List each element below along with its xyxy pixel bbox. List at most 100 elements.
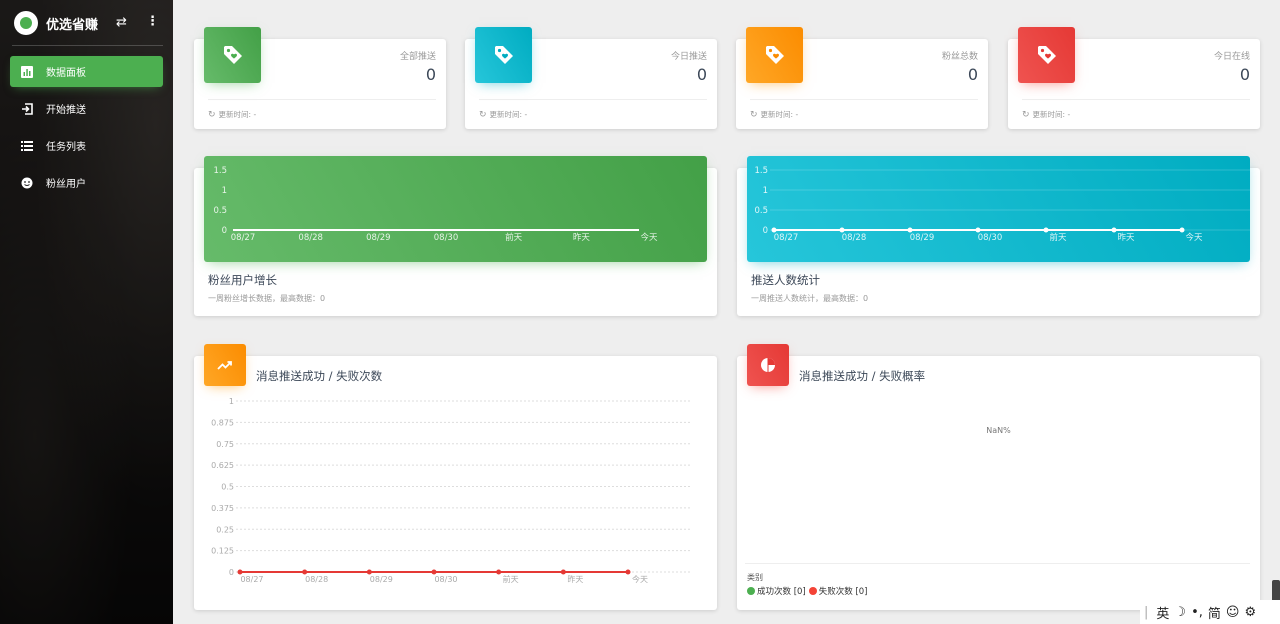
- sidebar-item-label: 数据面板: [46, 68, 86, 79]
- ime-moon-icon[interactable]: ☽: [1174, 605, 1186, 620]
- data-point: [496, 569, 502, 575]
- y-tick-label: 0.5: [213, 206, 227, 216]
- stat-card-total-fans: 粉丝总数 0 ↻ 更新时间: -: [736, 27, 988, 129]
- y-tick-label: 1: [222, 186, 227, 196]
- bar-chart-icon: [20, 65, 34, 79]
- data-point: [1043, 227, 1049, 233]
- x-tick-label: 前天: [503, 574, 519, 584]
- ime-settings-icon[interactable]: ⚙: [1244, 605, 1256, 620]
- chart-title: 消息推送成功 / 失败概率: [799, 369, 926, 383]
- push-count-svg: 1.5 1 0.5 0 08/27 08/28 08/29 08/30 前天 昨天 今天: [754, 166, 1250, 243]
- app-logo[interactable]: [14, 11, 38, 35]
- list-icon: [20, 139, 34, 153]
- ime-simplified-toggle[interactable]: 简: [1208, 603, 1221, 622]
- stat-label: 今日推送: [670, 52, 707, 62]
- stat-card-total-push: 全部推送 0 ↻ 更新时间: -: [194, 27, 446, 129]
- fans-growth-card: 1.5 1 0.5 0 08/27 08/28 08/29 08/30 前天 昨天 今天 粉丝用户增…: [194, 156, 717, 316]
- sidebar-item-task-list[interactable]: 任务列表: [10, 130, 163, 161]
- ime-handle[interactable]: [1272, 580, 1280, 602]
- x-tick-label: 前天: [505, 232, 523, 243]
- fans-growth-svg: 1.5 1 0.5 0 08/27 08/28 08/29 08/30 前天 昨天 今天: [213, 166, 658, 243]
- x-tick-label: 08/27: [774, 233, 799, 243]
- chart-title: 粉丝用户增长: [208, 273, 277, 287]
- chart-subtitle: 一周粉丝增长数据，最高数据：0: [208, 294, 326, 303]
- y-tick-label: 0.25: [216, 525, 234, 534]
- data-point: [431, 569, 437, 575]
- sidebar-item-label: 开始推送: [46, 105, 86, 116]
- tag-icon: [475, 27, 532, 83]
- msg-count-card: 消息推送成功 / 失败次数 1 0.875 0.75 0.625 0.5 0.375 0.2…: [194, 344, 717, 610]
- sidebar-item-dashboard[interactable]: 数据面板: [10, 56, 163, 87]
- y-tick-label: 1: [763, 186, 768, 196]
- stat-value: 0: [1239, 65, 1250, 84]
- data-point: [560, 569, 566, 575]
- stat-value: 0: [696, 65, 707, 84]
- stat-card-today-push: 今日推送 0 ↻ 更新时间: -: [465, 27, 717, 129]
- x-tick-label: 08/28: [305, 575, 328, 584]
- data-point: [839, 227, 845, 233]
- data-point: [1111, 227, 1117, 233]
- ime-emoji-icon[interactable]: ☺: [1226, 605, 1240, 620]
- x-tick-label: 08/30: [978, 233, 1003, 243]
- ime-lang-toggle[interactable]: 英: [1156, 603, 1169, 622]
- swap-icon[interactable]: ⇄: [116, 15, 127, 30]
- legend-item-success[interactable]: 成功次数 [0]: [757, 585, 806, 597]
- stat-label: 今日在线: [1213, 52, 1250, 62]
- x-tick-label: 今天: [640, 232, 658, 243]
- legend-swatch-fail: [808, 587, 817, 595]
- data-point: [302, 569, 308, 575]
- x-tick-label: 08/28: [298, 233, 323, 243]
- y-tick-label: 0.875: [211, 418, 234, 427]
- data-point: [1179, 227, 1185, 233]
- legend-swatch-success: [747, 587, 755, 595]
- x-tick-label: 08/29: [366, 233, 391, 243]
- data-point: [771, 227, 777, 233]
- stat-value: 0: [967, 65, 978, 84]
- update-time-text: 更新时间: -: [218, 110, 257, 119]
- app-name: 优选省赚: [46, 17, 99, 33]
- refresh-icon: ↻: [208, 109, 216, 120]
- y-tick-label: 0.5: [754, 206, 768, 216]
- refresh-icon: ↻: [750, 109, 758, 120]
- data-point: [366, 569, 372, 575]
- x-tick-label: 昨天: [573, 232, 591, 243]
- x-tick-label: 08/27: [240, 575, 263, 584]
- y-tick-label: 0.75: [216, 440, 234, 449]
- msg-count-svg: 1 0.875 0.75 0.625 0.5 0.375 0.25 0.125 0 08/27 08…: [211, 397, 691, 584]
- sidebar-item-start-push[interactable]: 开始推送: [10, 93, 163, 124]
- tag-icon: [1018, 27, 1075, 83]
- ime-toolbar: | 英 ☽ •, 简 ☺ ⚙: [1140, 600, 1280, 624]
- y-tick-label: 0: [222, 226, 227, 236]
- legend-item-fail[interactable]: 失败次数 [0]: [819, 585, 868, 597]
- x-tick-label: 昨天: [1117, 232, 1135, 243]
- y-tick-label: 1.5: [213, 166, 227, 176]
- sidebar-nav: 数据面板 开始推送 任务列表 粉丝用户: [0, 56, 173, 198]
- tag-icon: [746, 27, 803, 83]
- chart-title: 推送人数统计: [751, 273, 820, 287]
- stat-footer: ↻ 更新时间: -: [750, 99, 978, 120]
- x-tick-label: 今天: [1185, 232, 1203, 243]
- brand-divider: [12, 45, 163, 46]
- stat-card-online-today: 今日在线 0 ↻ 更新时间: -: [1008, 27, 1260, 129]
- sidebar-item-fans[interactable]: 粉丝用户: [10, 167, 163, 198]
- stat-label: 粉丝总数: [941, 52, 978, 62]
- data-point: [907, 227, 913, 233]
- update-time-text: 更新时间: -: [760, 110, 799, 119]
- ime-punct-icon[interactable]: •,: [1191, 605, 1203, 620]
- x-tick-label: 08/27: [231, 233, 256, 243]
- legend-divider: [745, 563, 1250, 564]
- sidebar-item-label: 任务列表: [46, 142, 86, 153]
- update-time-text: 更新时间: -: [489, 110, 528, 119]
- pie-chart-icon: [747, 344, 789, 386]
- x-tick-label: 08/30: [434, 575, 457, 584]
- more-vert-icon[interactable]: ⋮: [146, 14, 159, 29]
- y-tick-label: 0.5: [221, 483, 234, 492]
- legend-title: 类别: [747, 573, 763, 582]
- x-tick-label: 08/29: [910, 233, 935, 243]
- x-tick-label: 08/30: [434, 233, 459, 243]
- y-tick-label: 0: [229, 568, 234, 577]
- stat-value: 0: [425, 65, 436, 84]
- refresh-icon: ↻: [1022, 109, 1030, 120]
- stat-footer: ↻ 更新时间: -: [1022, 99, 1250, 120]
- data-point: [237, 569, 243, 575]
